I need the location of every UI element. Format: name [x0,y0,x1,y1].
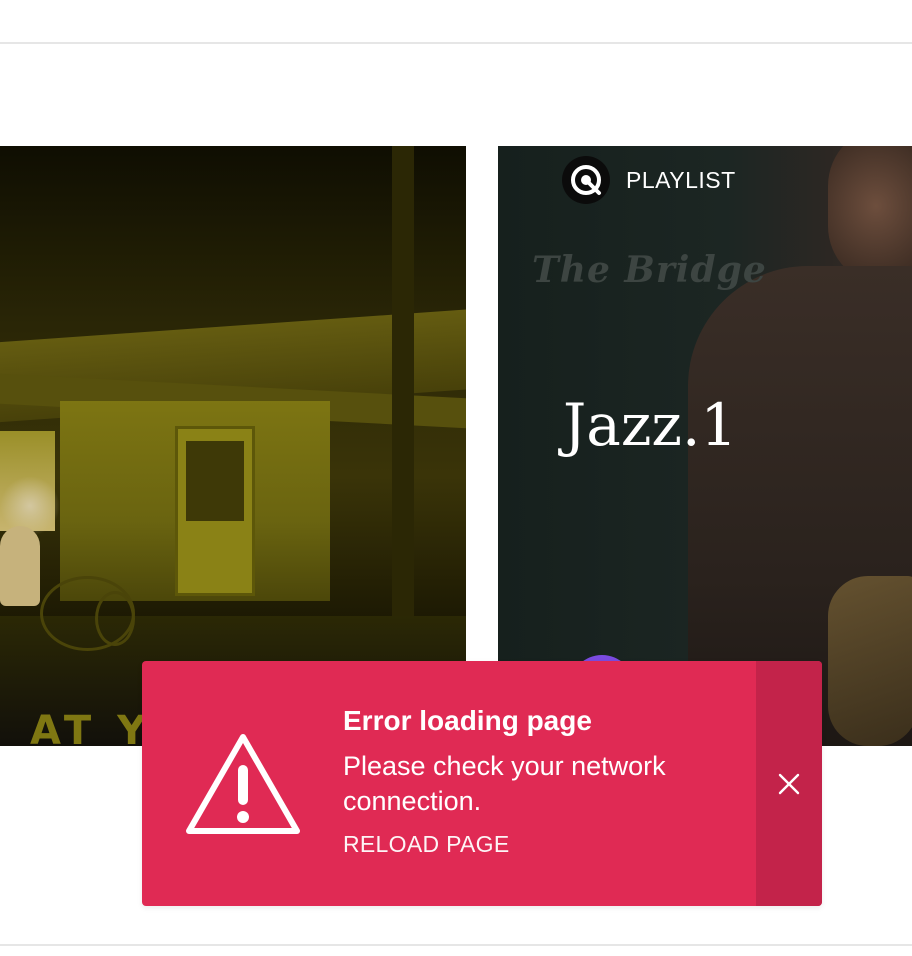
warning-icon [184,731,302,837]
playlist-logo-icon [562,156,610,204]
reload-page-button[interactable]: RELOAD PAGE [343,831,509,858]
toast-title: Error loading page [343,705,592,736]
left-card-artwork [0,146,466,746]
page: AT Y The Bridge PLAYLIST Jazz.1 Error lo… [0,0,912,956]
toast-body: Error loading page Please check your net… [343,705,743,858]
playlist-title: Jazz.1 [563,391,738,459]
cover-saxophone [828,576,912,746]
close-icon [778,773,800,794]
toast-message: Please check your network connection. [343,751,666,817]
error-toast: Error loading page Please check your net… [142,661,822,906]
cover-text: The Bridge [532,249,767,291]
playlist-badge-label: PLAYLIST [626,166,736,193]
left-card[interactable]: AT Y [0,146,466,746]
close-toast-button[interactable] [756,661,822,906]
top-divider [0,42,912,44]
jazz-playlist-card[interactable]: The Bridge PLAYLIST Jazz.1 [498,146,912,746]
playlist-badge: PLAYLIST [562,156,736,204]
left-card-cover-text: AT Y [30,708,153,746]
bottom-divider [0,944,912,946]
